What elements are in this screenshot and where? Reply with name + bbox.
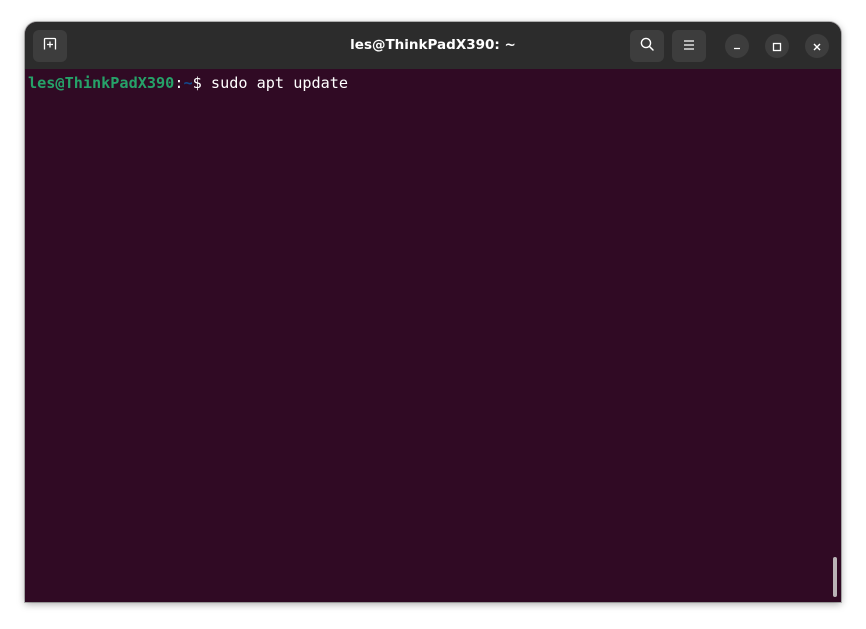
- minimize-button[interactable]: [725, 34, 749, 58]
- prompt-user-host: les@ThinkPadX390: [28, 74, 175, 92]
- command-text: sudo apt update: [210, 74, 349, 92]
- hamburger-menu-icon: [682, 37, 696, 56]
- minimize-icon: [732, 37, 742, 56]
- search-button[interactable]: [630, 30, 664, 62]
- prompt-line: les@ThinkPadX390:~$ sudo apt update: [28, 73, 348, 93]
- maximize-button[interactable]: [765, 34, 789, 58]
- menu-button[interactable]: [672, 30, 706, 62]
- prompt-path: ~: [183, 74, 193, 92]
- new-tab-button[interactable]: [33, 30, 67, 62]
- terminal-window: les@ThinkPadX390: ~ les@ThinkPadX390:~$ …: [25, 22, 841, 602]
- maximize-icon: [772, 37, 782, 56]
- window-title: les@ThinkPadX390: ~: [350, 37, 516, 53]
- titlebar[interactable]: les@ThinkPadX390: ~: [25, 22, 841, 69]
- terminal-area[interactable]: les@ThinkPadX390:~$ sudo apt update: [25, 69, 841, 602]
- close-button[interactable]: [805, 34, 829, 58]
- close-icon: [812, 37, 822, 56]
- new-tab-icon: [42, 36, 58, 56]
- search-icon: [639, 36, 655, 56]
- scrollbar[interactable]: [833, 557, 837, 597]
- prompt-symbol: $: [192, 74, 211, 92]
